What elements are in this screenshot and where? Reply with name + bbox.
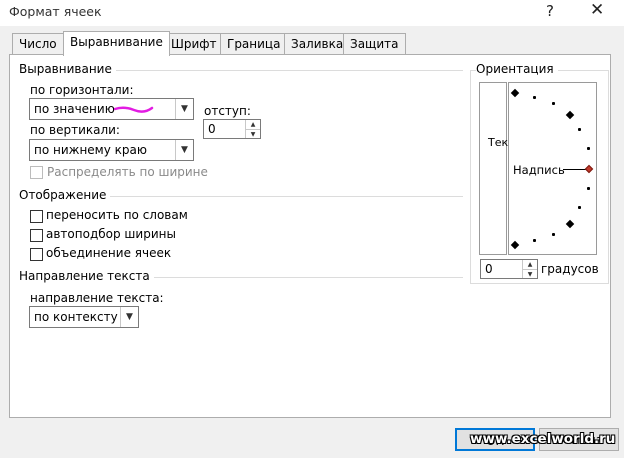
horizontal-select-value: по значению	[34, 102, 115, 116]
degrees-spinner[interactable]: 0 ▲ ▼	[480, 259, 538, 279]
shrink-to-fit-label: автоподбор ширины	[46, 227, 176, 241]
watermark-text: www.excelworld.ru	[470, 431, 616, 447]
degrees-label: градусов	[541, 262, 599, 276]
pen-annotation	[114, 106, 154, 113]
direction-label: направление текста:	[30, 291, 164, 305]
close-button[interactable]: ✕	[590, 0, 604, 20]
indent-label: отступ:	[204, 104, 251, 118]
dial-marker	[510, 240, 520, 250]
dial-marker	[587, 147, 590, 150]
merge-cells-checkbox[interactable]	[30, 248, 43, 261]
orientation-sample-label: Надпись	[513, 163, 565, 177]
dial-marker	[552, 102, 555, 105]
dial-marker	[533, 239, 536, 242]
spin-up-icon[interactable]: ▲	[245, 120, 260, 129]
dial-marker	[578, 206, 581, 209]
direction-select-value: по контексту	[34, 310, 118, 324]
chevron-down-icon: ▼	[120, 307, 138, 327]
vertical-label: по вертикали:	[30, 123, 120, 137]
help-button[interactable]: ?	[546, 2, 554, 20]
orientation-group-title: Ориентация	[476, 62, 558, 76]
shrink-to-fit-checkbox[interactable]	[30, 229, 43, 242]
tab-protection[interactable]: Защита	[343, 33, 406, 54]
orientation-handle[interactable]	[584, 164, 594, 174]
chevron-down-icon: ▼	[175, 99, 193, 119]
wrap-text-label: переносить по словам	[46, 208, 188, 222]
dial-marker	[565, 110, 575, 120]
display-group-title: Отображение	[19, 188, 111, 202]
horizontal-label: по горизонтали:	[30, 83, 134, 97]
spin-down-icon[interactable]: ▼	[245, 129, 260, 138]
vertical-text-label: Текст	[488, 136, 521, 149]
direction-select[interactable]: по контексту ▼	[29, 306, 139, 328]
distribute-label: Распределять по ширине	[47, 165, 208, 179]
tab-number[interactable]: Число	[12, 33, 64, 54]
dial-marker	[565, 219, 575, 229]
orientation-line	[563, 169, 586, 170]
spin-down-icon[interactable]: ▼	[522, 269, 537, 278]
tab-border[interactable]: Граница	[220, 33, 288, 54]
vertical-text-box[interactable]: Текст	[479, 82, 521, 255]
merge-cells-label: объединение ячеек	[46, 246, 172, 260]
orientation-dial[interactable]: Надпись	[508, 82, 597, 255]
spin-up-icon[interactable]: ▲	[522, 260, 537, 269]
direction-group-title: Направление текста	[19, 269, 154, 283]
vertical-select[interactable]: по нижнему краю ▼	[29, 139, 194, 161]
vertical-select-value: по нижнему краю	[34, 143, 147, 157]
indent-spinner[interactable]: 0 ▲ ▼	[203, 119, 261, 139]
chevron-down-icon: ▼	[175, 140, 193, 160]
tab-fill[interactable]: Заливка	[284, 33, 351, 54]
alignment-group-title: Выравнивание	[19, 62, 116, 76]
horizontal-select[interactable]: по значению ▼	[29, 98, 194, 120]
indent-value: 0	[208, 122, 216, 136]
degrees-value: 0	[485, 262, 493, 276]
dial-marker	[578, 128, 581, 131]
dial-marker	[510, 88, 520, 98]
dial-marker	[587, 187, 590, 190]
dial-marker	[533, 96, 536, 99]
distribute-checkbox[interactable]	[30, 166, 43, 179]
tab-alignment[interactable]: Выравнивание	[63, 31, 170, 56]
dial-marker	[552, 233, 555, 236]
window-title: Формат ячеек	[9, 4, 102, 19]
tab-font[interactable]: Шрифт	[164, 33, 224, 54]
wrap-text-checkbox[interactable]	[30, 210, 43, 223]
